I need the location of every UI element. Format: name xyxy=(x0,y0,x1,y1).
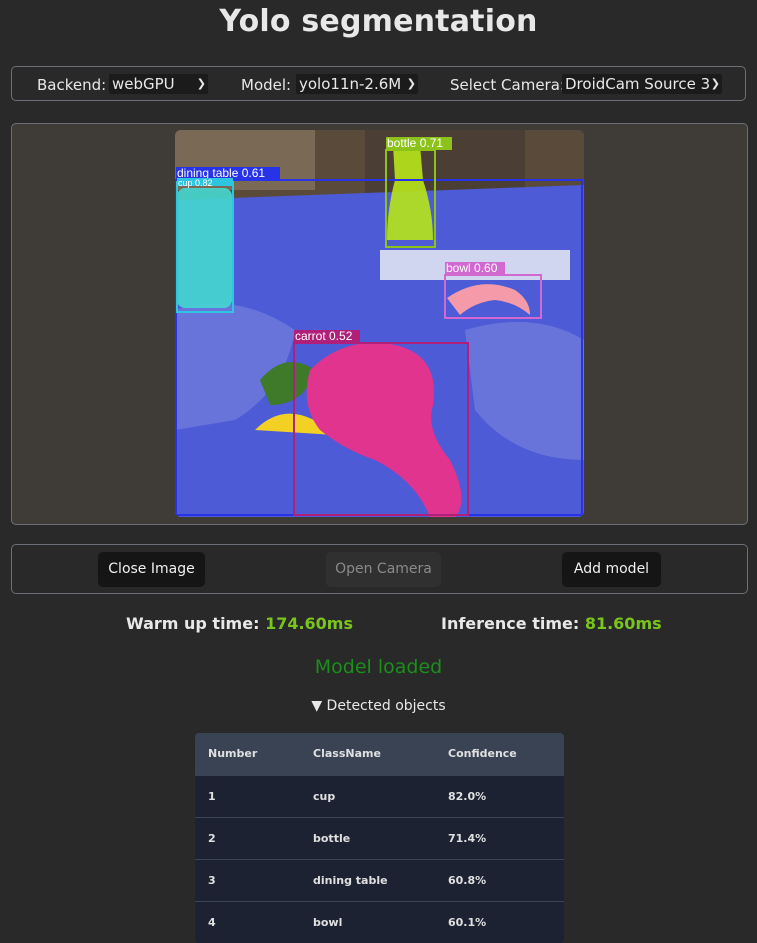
backend-select[interactable]: webGPU ❯ xyxy=(109,74,208,94)
header-confidence: Confidence xyxy=(448,747,517,761)
header-classname: ClassName xyxy=(313,747,381,761)
page-title: Yolo segmentation xyxy=(219,4,538,39)
cell-confidence: 71.4% xyxy=(448,831,487,845)
bowl-label: bowl 0.60 xyxy=(446,261,498,275)
detected-objects-toggle[interactable]: ▼ Detected objects xyxy=(0,698,757,714)
cell-classname: bottle xyxy=(313,831,351,845)
backend-label: Backend: xyxy=(37,76,107,94)
model-select-value: yolo11n-2.6M xyxy=(299,75,402,93)
chevron-down-icon: ❯ xyxy=(196,77,206,90)
cell-confidence: 60.8% xyxy=(448,873,487,887)
carrot-label: carrot 0.52 xyxy=(295,329,353,343)
cell-classname: dining table xyxy=(313,873,388,887)
model-select[interactable]: yolo11n-2.6M ❯ xyxy=(296,74,418,94)
open-camera-button[interactable]: Open Camera xyxy=(326,552,441,587)
segmentation-output-image: dining table 0.61 bottle 0.71 bowl 0.60 … xyxy=(175,130,584,517)
cell-classname: cup xyxy=(313,789,336,803)
button-bar: Close Image Open Camera Add model xyxy=(11,544,748,594)
table-header-row: Number ClassName Confidence xyxy=(195,733,564,775)
cell-number: 1 xyxy=(208,789,216,803)
cell-number: 2 xyxy=(208,831,216,845)
chevron-down-icon: ❯ xyxy=(710,77,720,90)
cup-label: cup 0.82 xyxy=(178,178,213,188)
table-row: 3 dining table 60.8% xyxy=(195,859,564,901)
warmup-value: 174.60ms xyxy=(265,614,353,633)
image-viewer: dining table 0.61 bottle 0.71 bowl 0.60 … xyxy=(11,123,748,525)
model-label: Model: xyxy=(241,76,292,94)
camera-label: Select Camera: xyxy=(450,76,565,94)
model-status: Model loaded xyxy=(314,656,443,678)
inference-label: Inference time: xyxy=(441,614,580,633)
camera-select[interactable]: DroidCam Source 3 ❯ xyxy=(562,74,722,94)
warmup-label: Warm up time: xyxy=(126,614,260,633)
inference-value: 81.60ms xyxy=(584,614,662,633)
backend-select-value: webGPU xyxy=(112,75,175,93)
cell-confidence: 60.1% xyxy=(448,915,487,929)
chevron-down-icon: ❯ xyxy=(406,77,416,90)
settings-bar: Backend: webGPU ❯ Model: yolo11n-2.6M ❯ … xyxy=(11,66,746,101)
warmup-stat: Warm up time: 174.60ms xyxy=(126,614,353,633)
table-row: 2 bottle 71.4% xyxy=(195,817,564,859)
cell-confidence: 82.0% xyxy=(448,789,487,803)
add-model-button[interactable]: Add model xyxy=(562,552,661,587)
header-number: Number xyxy=(208,747,258,761)
cup-mask xyxy=(177,188,232,308)
table-row: 4 bowl 60.1% xyxy=(195,901,564,943)
table-row: 1 cup 82.0% xyxy=(195,775,564,817)
cell-number: 3 xyxy=(208,873,216,887)
inference-stat: Inference time: 81.60ms xyxy=(441,614,662,633)
segmentation-canvas: dining table 0.61 bottle 0.71 bowl 0.60 … xyxy=(175,130,584,517)
close-image-button[interactable]: Close Image xyxy=(98,552,205,587)
detections-table: Number ClassName Confidence 1 cup 82.0% … xyxy=(195,733,564,943)
cell-number: 4 xyxy=(208,915,216,929)
cell-classname: bowl xyxy=(313,915,343,929)
camera-select-value: DroidCam Source 3 xyxy=(565,75,711,93)
bottle-label: bottle 0.71 xyxy=(387,136,443,150)
